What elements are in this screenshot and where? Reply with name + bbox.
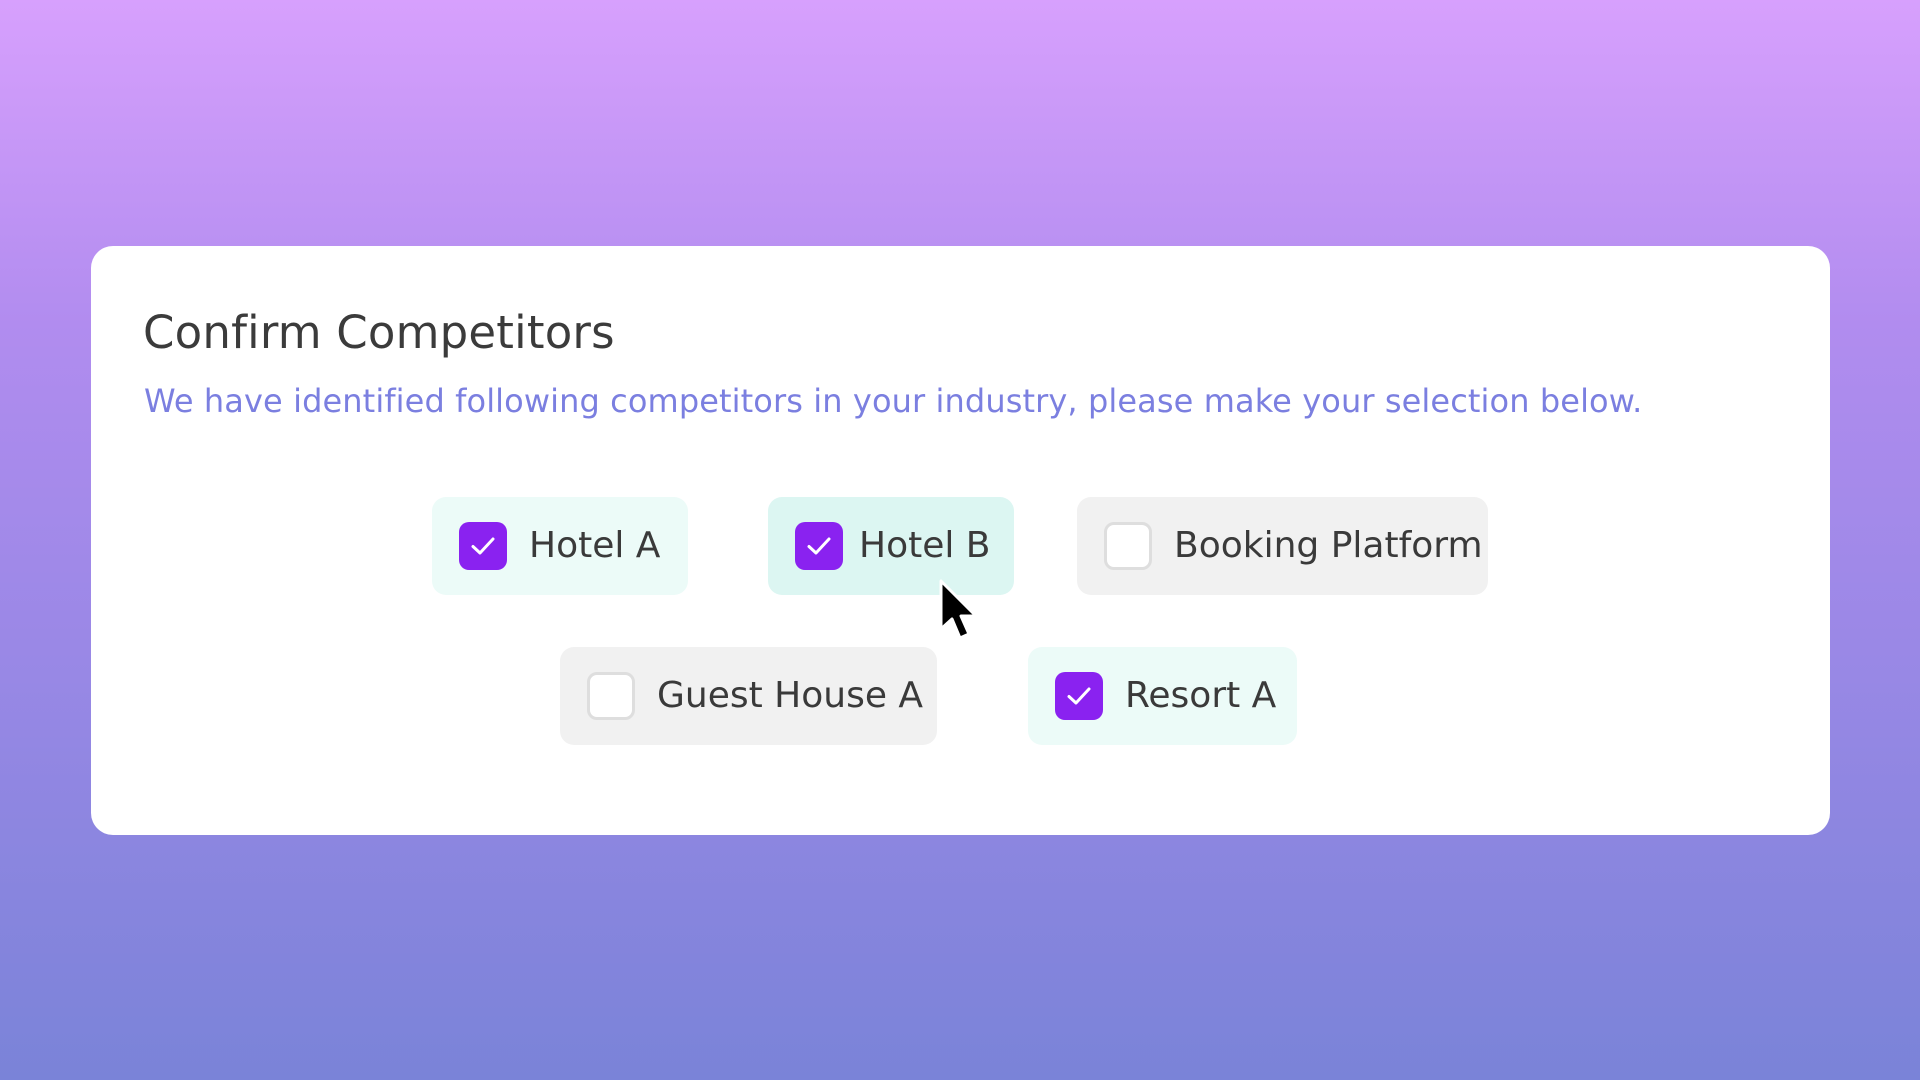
option-label: Guest House A [657,675,924,716]
checkbox-booking-platform[interactable] [1104,522,1152,570]
check-icon [1067,687,1091,705]
option-label: Hotel A [529,525,661,566]
checkbox-resort-a[interactable] [1055,672,1103,720]
option-resort-a[interactable]: Resort A [1028,647,1297,745]
competitor-options: Hotel A Hotel B Booking Platform Guest H… [91,246,1830,835]
option-label: Booking Platform [1174,525,1483,566]
confirm-competitors-card: Confirm Competitors We have identified f… [91,246,1830,835]
option-guest-house-a[interactable]: Guest House A [560,647,937,745]
check-icon [471,537,495,555]
option-label: Resort A [1125,675,1277,716]
option-hotel-b[interactable]: Hotel B [768,497,1014,595]
checkbox-hotel-b[interactable] [795,522,843,570]
checkbox-guest-house-a[interactable] [587,672,635,720]
checkbox-hotel-a[interactable] [459,522,507,570]
option-label: Hotel B [859,525,991,566]
option-hotel-a[interactable]: Hotel A [432,497,688,595]
option-booking-platform[interactable]: Booking Platform [1077,497,1488,595]
check-icon [807,537,831,555]
